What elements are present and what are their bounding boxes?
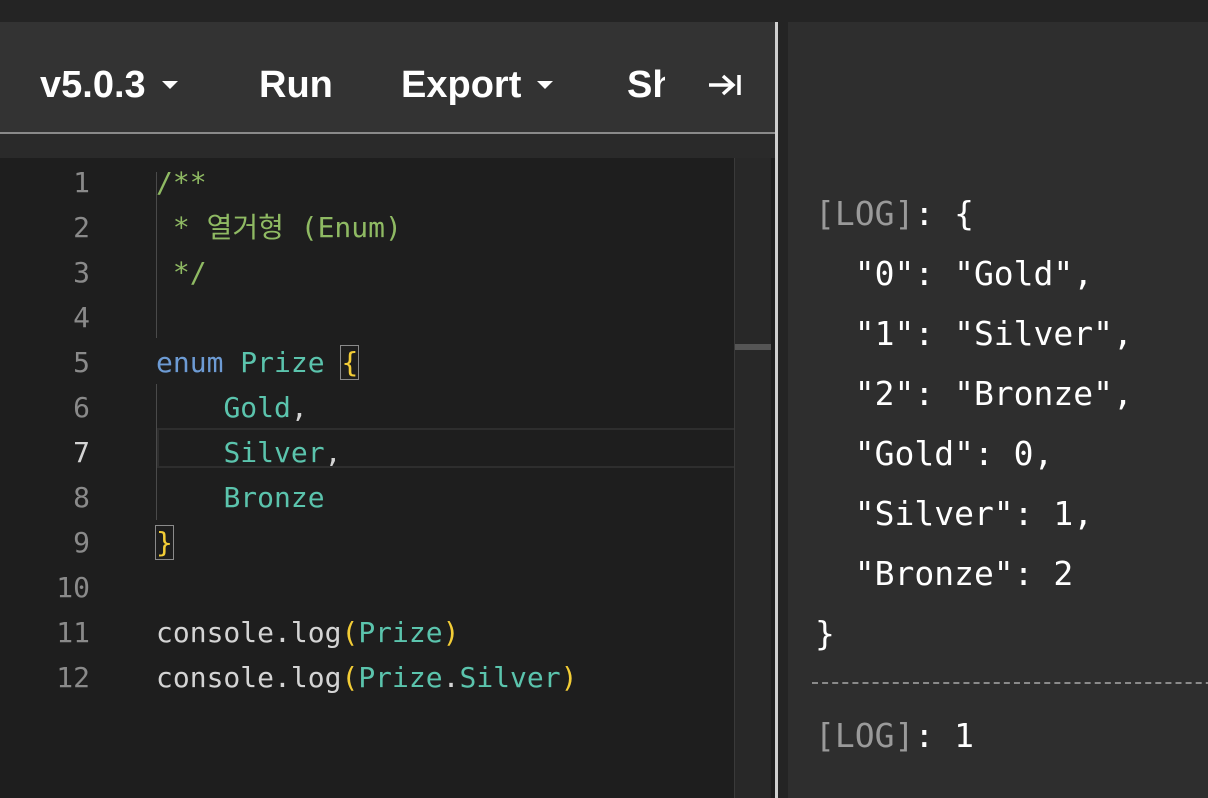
code-editor[interactable]: 1 2 3 4 5 6 7 8 9 10 11 12 /** * 열거형 (Enum) */enum … [0,158,776,798]
log-line: } [815,604,835,664]
code-token: { [340,345,360,380]
share-button[interactable]: Sh [627,62,665,108]
export-dropdown[interactable]: Export [401,62,554,108]
code-token: Silver [459,661,561,694]
line-number: 6 [73,391,90,424]
code-line: * 열거형 (Enum) [156,205,402,250]
top-strip [0,0,1208,22]
log-text: "0": "Gold", [815,254,1094,293]
code-token: Prize [240,346,325,379]
code-line: Silver, [156,430,341,475]
line-number: 5 [73,346,90,379]
code-line: console.log(Prize) [156,610,459,655]
code-token: ( [341,661,359,694]
output-pane: [LOG]: { "0": "Gold", "1": "Silver", "2"… [788,22,1208,798]
chevron-down-icon [161,80,178,89]
code-token: console [156,616,275,649]
code-line: enum Prize { [156,340,360,385]
code-line: Gold, [156,385,308,430]
code-token: . [274,616,291,649]
code-token: /** [156,166,207,199]
log-text: "Silver": 1, [815,494,1094,533]
run-button[interactable]: Run [259,62,333,108]
line-number: 2 [73,211,90,244]
log-text: } [815,614,835,653]
code-token: ( [341,616,359,649]
code-line: console.log(Prize.Silver) [156,655,577,700]
log-entry: [LOG]: 1 [815,706,974,766]
code-token: enum [156,346,224,379]
code-line: Bronze [156,475,325,520]
log-line: [LOG]: { [815,184,974,244]
log-text: "2": "Bronze", [815,374,1133,413]
log-line: "Bronze": 2 [815,544,1074,604]
version-dropdown[interactable]: v5.0.3 [40,62,178,108]
line-number: 11 [56,616,90,649]
version-label: v5.0.3 [40,64,146,106]
chevron-down-icon [537,80,554,89]
code-token: console [156,661,275,694]
line-number: 8 [73,481,90,514]
code-token: . [274,661,291,694]
code-line: */ [156,250,207,295]
code-token: ) [560,661,578,694]
log-line: "Silver": 1, [815,484,1093,544]
run-label: Run [259,64,333,106]
line-number: 1 [73,166,90,199]
log-text: : { [914,194,974,233]
code-token: Gold [223,391,291,424]
toolbar-spacer [0,134,776,158]
code-line: /** [156,160,207,205]
code-token: log [290,616,342,649]
log-separator [812,682,1208,684]
line-number: 3 [73,256,90,289]
export-label: Export [401,64,522,106]
toolbar: v5.0.3 Run Export Sh [0,22,776,134]
log-tag: [LOG] [815,194,915,233]
code-line: } [155,520,174,565]
code-token: , [324,436,342,469]
code-token: , [290,391,308,424]
log-line: "0": "Gold", [815,244,1093,304]
code-token: . [442,661,460,694]
log-line: "Gold": 0, [815,424,1054,484]
code-token: Prize [358,661,443,694]
editor-scrollbar[interactable] [734,158,771,798]
log-text: : 1 [914,716,974,755]
line-number: 7 [73,436,90,469]
pane-divider-track [778,22,788,798]
log-text: "1": "Silver", [815,314,1133,353]
code-token: } [155,525,174,560]
code-token: Prize [358,616,443,649]
editor-pane: v5.0.3 Run Export Sh 1 2 3 4 5 6 7 8 9 10 11 12 /**… [0,22,776,798]
code-token: ) [442,616,460,649]
code-token: log [290,661,342,694]
code-token: * 열거형 (Enum) [156,211,402,244]
code-token: Silver [223,436,325,469]
log-line: "2": "Bronze", [815,364,1133,424]
share-label: Sh [627,64,665,106]
line-number: 12 [56,661,90,694]
log-tag: [LOG] [815,716,915,755]
arrow-to-right-icon[interactable] [707,72,743,98]
line-number: 10 [56,571,90,604]
log-text: "Gold": 0, [815,434,1054,473]
line-number: 4 [73,301,90,334]
scrollbar-thumb[interactable] [735,344,771,350]
line-number: 9 [73,526,90,559]
code-token: Bronze [223,481,325,514]
log-text: "Bronze": 2 [815,554,1074,593]
code-token: */ [156,256,207,289]
log-line: "1": "Silver", [815,304,1133,364]
